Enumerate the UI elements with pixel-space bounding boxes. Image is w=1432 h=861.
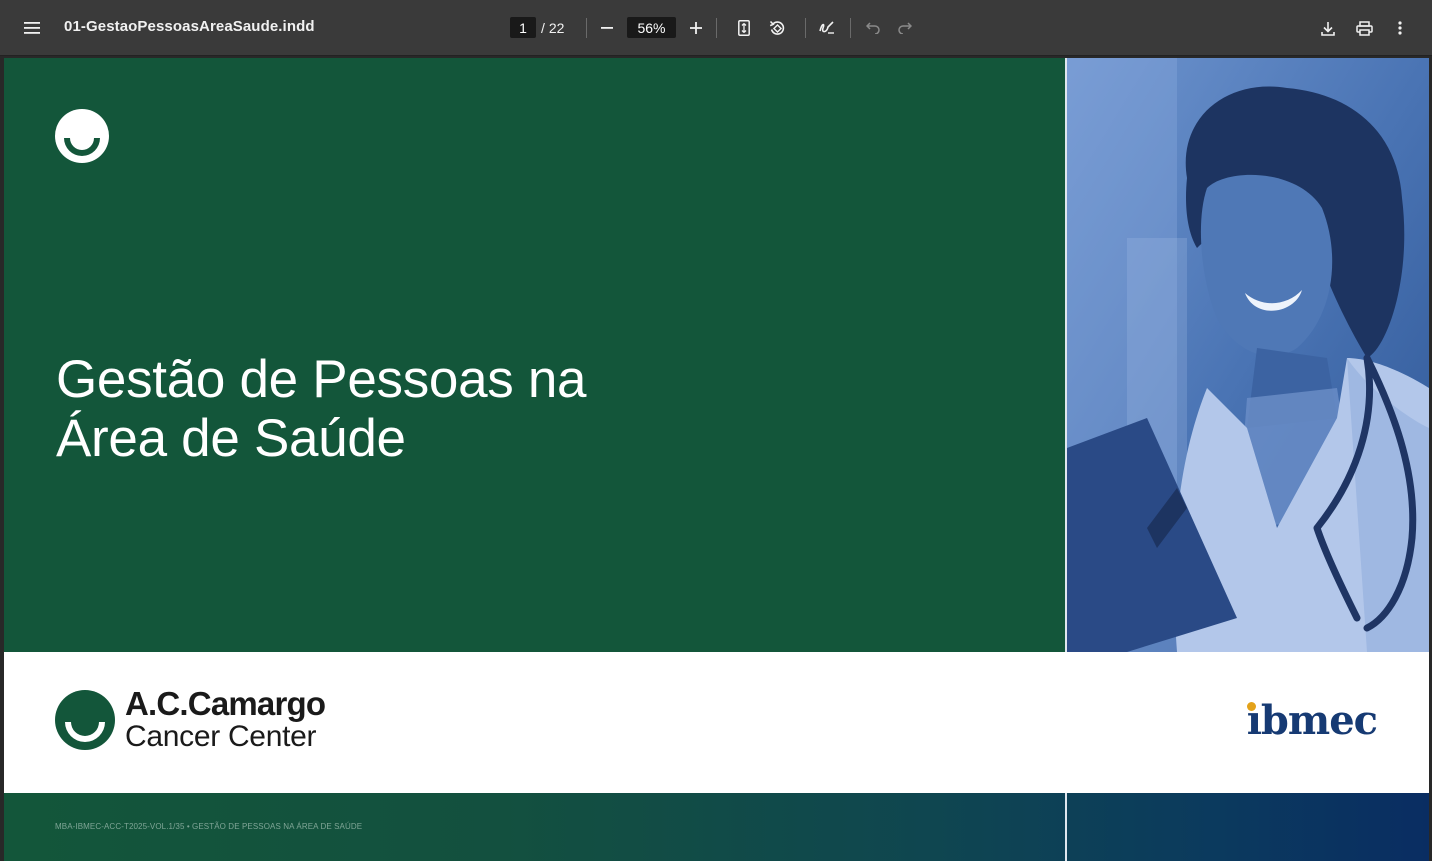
fit-to-page-button[interactable] — [728, 12, 760, 44]
redo-icon — [898, 22, 912, 34]
zoom-in-button[interactable] — [680, 12, 712, 44]
toolbar-divider — [716, 18, 717, 38]
doctor-photo — [1067, 58, 1429, 652]
smile-logo-icon — [55, 109, 109, 168]
pdf-page: Gestão de Pessoas na Área de Saúde A.C.C… — [4, 58, 1429, 861]
brand-subtitle: Cancer Center — [125, 720, 317, 753]
fit-to-page-icon — [738, 20, 750, 36]
ibmec-logo: ıbmec — [1246, 697, 1378, 744]
brand-name: A.C.Camargo — [125, 685, 326, 722]
print-icon — [1355, 20, 1373, 36]
page-total: 22 — [548, 19, 565, 36]
page-navigation: / 22 — [510, 17, 564, 38]
more-options-button[interactable] — [1384, 12, 1416, 44]
undo-icon — [866, 22, 880, 34]
download-icon — [1321, 21, 1335, 36]
minus-icon — [601, 27, 613, 29]
rotate-button[interactable] — [761, 12, 793, 44]
draw-annotation-icon — [819, 21, 834, 34]
plus-icon — [690, 22, 702, 34]
zoom-level-input[interactable] — [627, 17, 676, 38]
page-separator: / — [541, 19, 545, 36]
page-number-input[interactable] — [510, 17, 536, 38]
print-button[interactable] — [1348, 12, 1380, 44]
accamargo-logo: A.C.Camargo Cancer Center — [55, 685, 326, 753]
pdf-toolbar: 01-GestaoPessoasAreaSaude.indd / 22 — [0, 0, 1432, 56]
logo-band: A.C.Camargo Cancer Center ıbmec — [4, 652, 1429, 793]
toolbar-divider — [805, 18, 806, 38]
annotate-button[interactable] — [811, 12, 843, 44]
redo-button[interactable] — [889, 12, 921, 44]
undo-button[interactable] — [857, 12, 889, 44]
toolbar-divider — [586, 18, 587, 38]
footer-code: MBA-IBMEC-ACC-T2025-VOL.1/35 • GESTÃO DE… — [55, 822, 363, 831]
toolbar-divider — [850, 18, 851, 38]
footer-divider — [1065, 793, 1067, 861]
more-vertical-icon — [1398, 21, 1402, 35]
ibmec-dot — [1246, 702, 1256, 711]
cover-title: Gestão de Pessoas na Área de Saúde — [56, 350, 587, 468]
pdf-viewer[interactable]: Gestão de Pessoas na Área de Saúde A.C.C… — [0, 57, 1432, 861]
download-button[interactable] — [1312, 12, 1344, 44]
accamargo-smile-icon — [55, 690, 115, 750]
footer-band: MBA-IBMEC-ACC-T2025-VOL.1/35 • GESTÃO DE… — [4, 793, 1429, 861]
rotate-icon — [769, 20, 784, 35]
cover-title-line1: Gestão de Pessoas na — [56, 350, 587, 409]
document-title: 01-GestaoPessoasAreaSaude.indd — [64, 18, 315, 35]
hamburger-menu-icon[interactable] — [16, 12, 48, 44]
ibmec-wordmark: ıbmec — [1246, 697, 1378, 744]
cover-green-panel: Gestão de Pessoas na Área de Saúde — [4, 58, 1065, 652]
cover-title-line2: Área de Saúde — [56, 409, 406, 468]
zoom-out-button[interactable] — [591, 12, 623, 44]
